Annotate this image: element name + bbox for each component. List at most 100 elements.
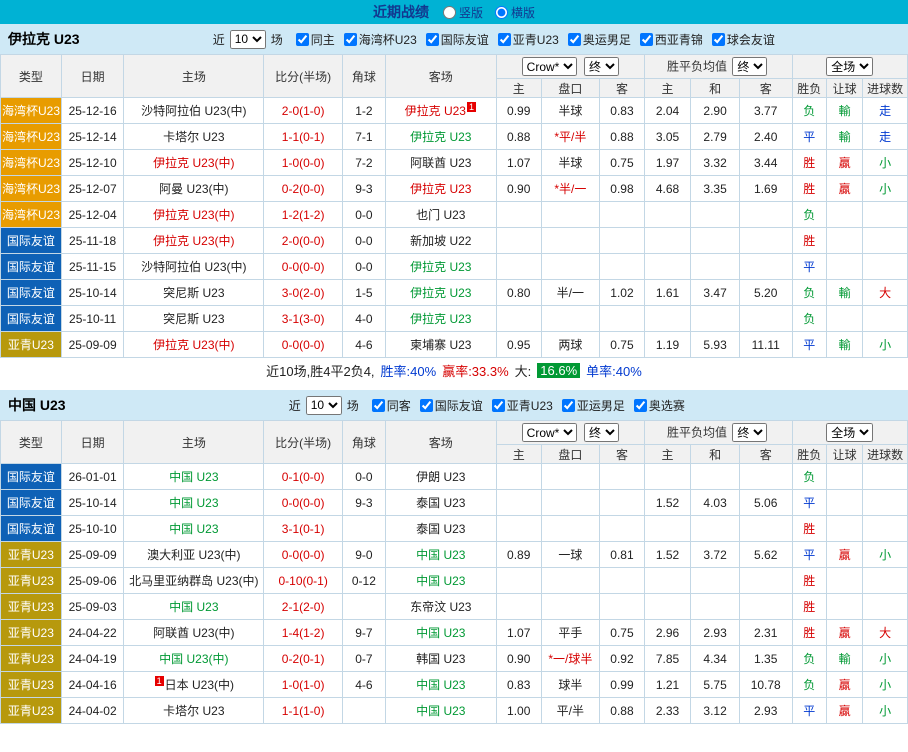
cell-score: 0-0(0-0) bbox=[264, 542, 343, 568]
bookmaker-select[interactable]: Crow* bbox=[522, 423, 577, 442]
match-row: 海湾杯U2325-12-04伊拉克 U23(中)1-2(1-2)0-0也门 U2… bbox=[1, 202, 908, 228]
layout-radio[interactable] bbox=[443, 6, 456, 19]
cell-avg-home bbox=[644, 254, 691, 280]
filter-checkbox-input[interactable] bbox=[640, 33, 653, 46]
col-avg-draw: 和 bbox=[691, 79, 740, 98]
filter-checkbox-input[interactable] bbox=[712, 33, 725, 46]
cell-odds-away bbox=[600, 254, 645, 280]
cell-odds-home: 0.90 bbox=[496, 646, 541, 672]
cell-avg-home: 1.52 bbox=[644, 542, 691, 568]
avg-period-select[interactable]: 终 bbox=[732, 57, 767, 76]
cell-odds-away: 0.98 bbox=[600, 176, 645, 202]
filter-checkbox-input[interactable] bbox=[498, 33, 511, 46]
cell-avg-draw: 4.03 bbox=[691, 490, 740, 516]
summary-part: 近10场,胜4平2负4, bbox=[266, 361, 374, 380]
layout-option-竖版[interactable]: 竖版 bbox=[443, 4, 483, 21]
cell-type: 海湾杯U23 bbox=[1, 124, 62, 150]
filter-checkbox-input[interactable] bbox=[568, 33, 581, 46]
filter-checkbox-亚运男足[interactable]: 亚运男足 bbox=[562, 397, 625, 414]
cell-goals-result: 小 bbox=[863, 150, 908, 176]
bookmaker-select[interactable]: Crow* bbox=[522, 57, 577, 76]
layout-option-label: 横版 bbox=[511, 4, 535, 21]
cell-avg-home bbox=[644, 568, 691, 594]
cell-odds-home: 1.00 bbox=[496, 698, 541, 724]
filter-checkbox-国际友谊[interactable]: 国际友谊 bbox=[420, 397, 483, 414]
cell-type: 海湾杯U23 bbox=[1, 202, 62, 228]
cell-avg-draw: 2.93 bbox=[691, 620, 740, 646]
filter-checkbox-国际友谊[interactable]: 国际友谊 bbox=[426, 31, 489, 48]
odds-period-select[interactable]: 终 bbox=[584, 57, 619, 76]
filter-checkbox-input[interactable] bbox=[344, 33, 357, 46]
filter-checkbox-奥运男足[interactable]: 奥运男足 bbox=[568, 31, 631, 48]
cell-result: 胜 bbox=[792, 594, 826, 620]
cell-corner: 0-0 bbox=[343, 464, 386, 490]
cell-date: 25-12-14 bbox=[61, 124, 124, 150]
filter-checkbox-input[interactable] bbox=[634, 399, 647, 412]
cell-avg-away bbox=[739, 568, 792, 594]
odds-period-select[interactable]: 终 bbox=[584, 423, 619, 442]
cell-goals-result: 走 bbox=[863, 98, 908, 124]
recent-count-select[interactable]: 10 bbox=[230, 30, 266, 49]
filter-checkbox-奥选赛[interactable]: 奥选赛 bbox=[634, 397, 685, 414]
cell-handicap-result: 贏 bbox=[826, 176, 862, 202]
cell-avg-draw: 5.75 bbox=[691, 672, 740, 698]
competition-filter-checks: 同主海湾杯U23 国际友谊亚青U23 奥运男足西亚青锦球会友谊 bbox=[296, 31, 775, 48]
filter-checkbox-input[interactable] bbox=[426, 33, 439, 46]
filter-checkbox-input[interactable] bbox=[296, 33, 309, 46]
layout-option-label: 竖版 bbox=[459, 4, 483, 21]
cell-type: 国际友谊 bbox=[1, 254, 62, 280]
cell-away: 中国 U23 bbox=[385, 620, 496, 646]
filter-checkbox-亚青U23[interactable]: 亚青U23 bbox=[492, 397, 553, 414]
filter-checkbox-亚青U23[interactable]: 亚青U23 bbox=[498, 31, 559, 48]
filter-checkbox-input[interactable] bbox=[492, 399, 505, 412]
filter-checkbox-同客[interactable]: 同客 bbox=[372, 397, 411, 414]
cell-score: 0-0(0-0) bbox=[264, 490, 343, 516]
cell-goals-result bbox=[863, 228, 908, 254]
col-avg-home: 主 bbox=[644, 445, 691, 464]
filter-checkbox-input[interactable] bbox=[562, 399, 575, 412]
cell-odds-away: 0.83 bbox=[600, 98, 645, 124]
filter-checkbox-西亚青锦[interactable]: 西亚青锦 bbox=[640, 31, 703, 48]
filter-checkbox-input[interactable] bbox=[420, 399, 433, 412]
cell-avg-home: 1.97 bbox=[644, 150, 691, 176]
match-row: 国际友谊25-11-15沙特阿拉伯 U23(中)0-0(0-0)0-0伊拉克 U… bbox=[1, 254, 908, 280]
result-group-header: 全场 bbox=[792, 421, 907, 445]
avg-group-label: 胜平负均值 bbox=[667, 60, 727, 74]
cell-handicap-result: 贏 bbox=[826, 698, 862, 724]
cell-avg-home: 2.96 bbox=[644, 620, 691, 646]
cell-goals-result bbox=[863, 594, 908, 620]
cell-result: 负 bbox=[792, 464, 826, 490]
cell-type: 国际友谊 bbox=[1, 464, 62, 490]
cell-avg-away bbox=[739, 516, 792, 542]
filter-checkbox-海湾杯U23[interactable]: 海湾杯U23 bbox=[344, 31, 417, 48]
cell-avg-home bbox=[644, 306, 691, 332]
filter-checkbox-球会友谊[interactable]: 球会友谊 bbox=[712, 31, 775, 48]
cell-handicap bbox=[541, 490, 600, 516]
cell-odds-home bbox=[496, 464, 541, 490]
layout-option-横版[interactable]: 横版 bbox=[495, 4, 535, 21]
cell-date: 25-12-07 bbox=[61, 176, 124, 202]
layout-radio[interactable] bbox=[495, 6, 508, 19]
cell-home: 沙特阿拉伯 U23(中) bbox=[124, 98, 264, 124]
cell-avg-draw bbox=[691, 568, 740, 594]
scope-select[interactable]: 全场 bbox=[826, 57, 873, 76]
scope-select[interactable]: 全场 bbox=[826, 423, 873, 442]
recent-count-select[interactable]: 10 bbox=[306, 396, 342, 415]
filter-checkbox-input[interactable] bbox=[372, 399, 385, 412]
cell-avg-away: 2.31 bbox=[739, 620, 792, 646]
col-score: 比分(半场) bbox=[264, 421, 343, 464]
filter-checkbox-同主[interactable]: 同主 bbox=[296, 31, 335, 48]
avg-period-select[interactable]: 终 bbox=[732, 423, 767, 442]
cell-avg-home: 2.04 bbox=[644, 98, 691, 124]
cell-odds-away bbox=[600, 464, 645, 490]
cell-home: 中国 U23(中) bbox=[124, 646, 264, 672]
cell-home: 中国 U23 bbox=[124, 516, 264, 542]
match-row: 亚青U2325-09-06北马里亚纳群岛 U23(中)0-10(0-1)0-12… bbox=[1, 568, 908, 594]
cell-avg-home bbox=[644, 516, 691, 542]
summary-part: 胜率:40% bbox=[381, 361, 437, 380]
cell-home: 卡塔尔 U23 bbox=[124, 124, 264, 150]
cell-date: 26-01-01 bbox=[61, 464, 124, 490]
recent-prefix-label: 近 bbox=[289, 397, 301, 414]
cell-date: 25-11-18 bbox=[61, 228, 124, 254]
cell-home: 伊拉克 U23(中) bbox=[124, 202, 264, 228]
